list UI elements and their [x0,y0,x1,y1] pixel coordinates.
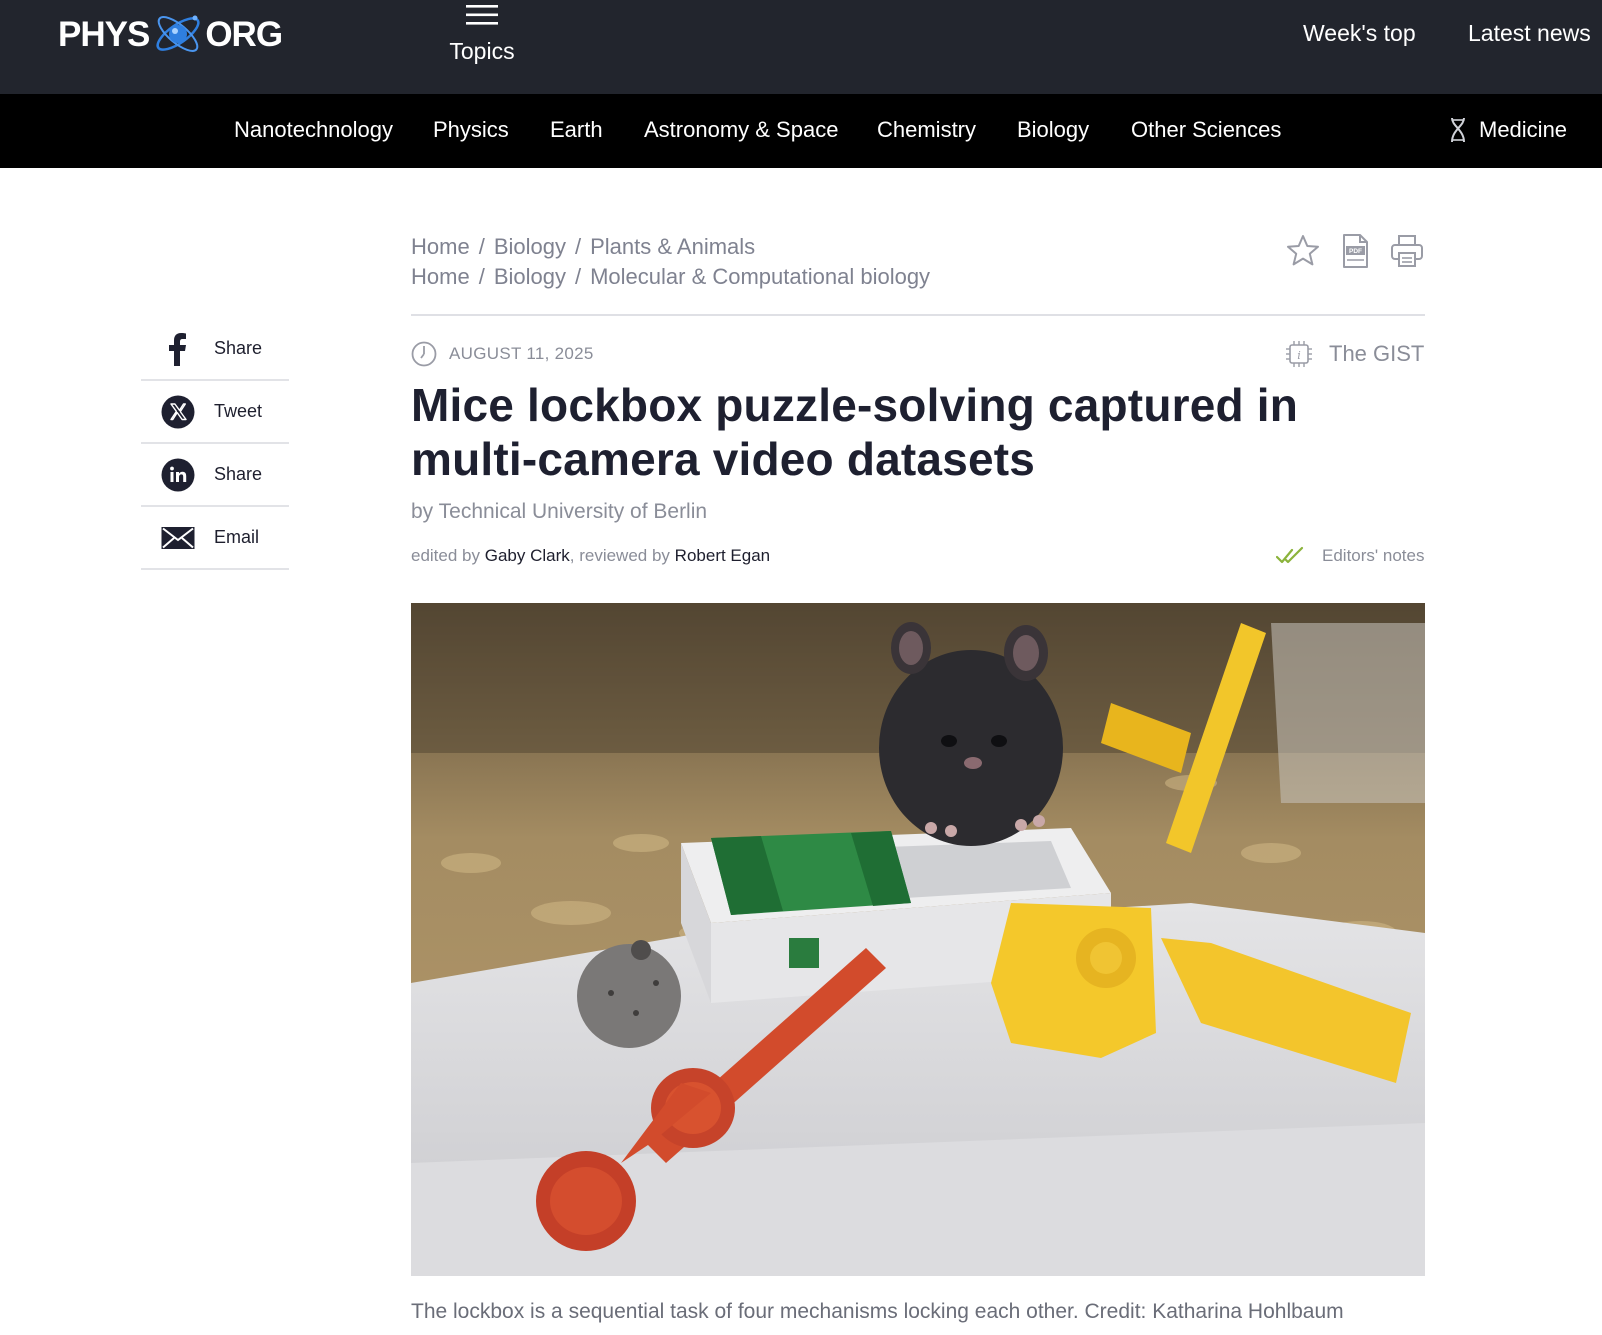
photo-caption: The lockbox is a sequential task of four… [411,1300,1344,1323]
atom-logo-icon [156,15,200,52]
share-facebook-label: Share [214,338,263,358]
svg-text:i: i [1297,349,1301,362]
breadcrumbs: Home / Biology / Plants & Animals Home / Biolo… [411,232,930,292]
logo-text-phys: PHYS [58,14,150,54]
nav-biology[interactable]: Biology [1017,117,1089,143]
topics-label: Topics [449,38,515,64]
category-nav: Nanotechnology Physics Earth Astronomy &… [0,94,1602,168]
breadcrumb-separator: / [478,234,485,259]
print-button[interactable] [1389,233,1425,269]
share-sidebar: Share Tweet Share Email [141,318,289,570]
nav-physics[interactable]: Physics [433,117,509,143]
share-email-label: Email [214,527,260,547]
double-check-icon [1276,546,1304,564]
edited-by-prefix: edited by [411,546,480,565]
article-title: Mice lockbox puzzle-solving captured in … [411,379,1299,485]
breadcrumb-plants-animals[interactable]: Plants & Animals [590,234,755,259]
article-byline: by Technical University of Berlin [411,500,708,523]
share-x-label: Tweet [214,401,263,421]
nav-medicine[interactable]: Medicine [1449,117,1567,143]
x-icon [161,395,195,428]
print-icon [1391,235,1423,267]
editors-notes-label: Editors' notes [1322,546,1425,565]
the-gist-label: The GIST [1329,341,1425,366]
reviewed-by-prefix: , reviewed by [569,546,670,565]
share-facebook-button[interactable]: Share [141,318,289,381]
editors-notes-button[interactable]: Editors' notes [1276,543,1424,569]
nav-chemistry[interactable]: Chemistry [877,117,976,143]
star-icon [1287,235,1319,266]
nav-nanotechnology[interactable]: Nanotechnology [234,117,393,143]
clock-icon [411,341,437,367]
bookmark-button[interactable] [1285,233,1321,269]
nav-earth[interactable]: Earth [550,117,603,143]
editor-name[interactable]: Gaby Clark [485,546,570,565]
share-linkedin-label: Share [214,464,263,484]
share-linkedin-button[interactable]: Share [141,444,289,507]
the-gist-button[interactable]: i The GIST [1285,340,1424,368]
article-date: AUGUST 11, 2025 [411,340,594,368]
topics-menu-button[interactable]: Topics [440,0,524,70]
pdf-icon: PDF [1343,234,1368,268]
edited-reviewed-line: edited by Gaby Clark, reviewed by Robert… [411,546,770,566]
article-photo[interactable] [411,603,1425,1276]
mouse-lockbox-photo [411,603,1425,1276]
share-email-button[interactable]: Email [141,507,289,570]
nav-astronomy-space[interactable]: Astronomy & Space [644,117,838,143]
nav-other-sciences[interactable]: Other Sciences [1131,117,1281,143]
svg-text:PDF: PDF [1349,248,1362,255]
breadcrumb-secondary: Home / Biology / Molecular & Computational b… [411,262,930,292]
breadcrumb-primary: Home / Biology / Plants & Animals [411,232,930,262]
breadcrumb-separator: / [478,264,485,289]
pdf-button[interactable]: PDF [1337,233,1373,269]
weeks-top-link[interactable]: Week's top [1303,20,1416,47]
breadcrumb-separator: / [574,234,582,259]
linkedin-icon [161,458,195,491]
breadcrumb-biology[interactable]: Biology [494,234,566,259]
facebook-icon [169,332,186,366]
article-date-text: AUGUST 11, 2025 [449,344,594,363]
logo-text-org: ORG [205,14,283,54]
latest-news-link[interactable]: Latest news [1468,20,1591,47]
chip-info-icon: i [1286,341,1312,367]
breadcrumb-home[interactable]: Home [411,264,470,289]
site-header: PHYS ORG Topics Week's top Latest news [0,0,1602,94]
breadcrumb-molecular-computational-biology[interactable]: Molecular & Computational biology [590,264,930,289]
reviewer-name[interactable]: Robert Egan [675,546,770,565]
breadcrumb-biology[interactable]: Biology [494,264,566,289]
email-icon [161,526,195,549]
article-tools: PDF [1285,233,1425,269]
share-x-button[interactable]: Tweet [141,381,289,444]
dna-icon [1451,117,1465,143]
breadcrumb-home[interactable]: Home [411,234,470,259]
site-logo[interactable]: PHYS ORG [58,4,288,64]
nav-medicine-label: Medicine [1479,117,1568,142]
hamburger-menu-icon [466,5,498,25]
breadcrumb-separator: / [574,264,582,289]
divider [411,314,1425,316]
